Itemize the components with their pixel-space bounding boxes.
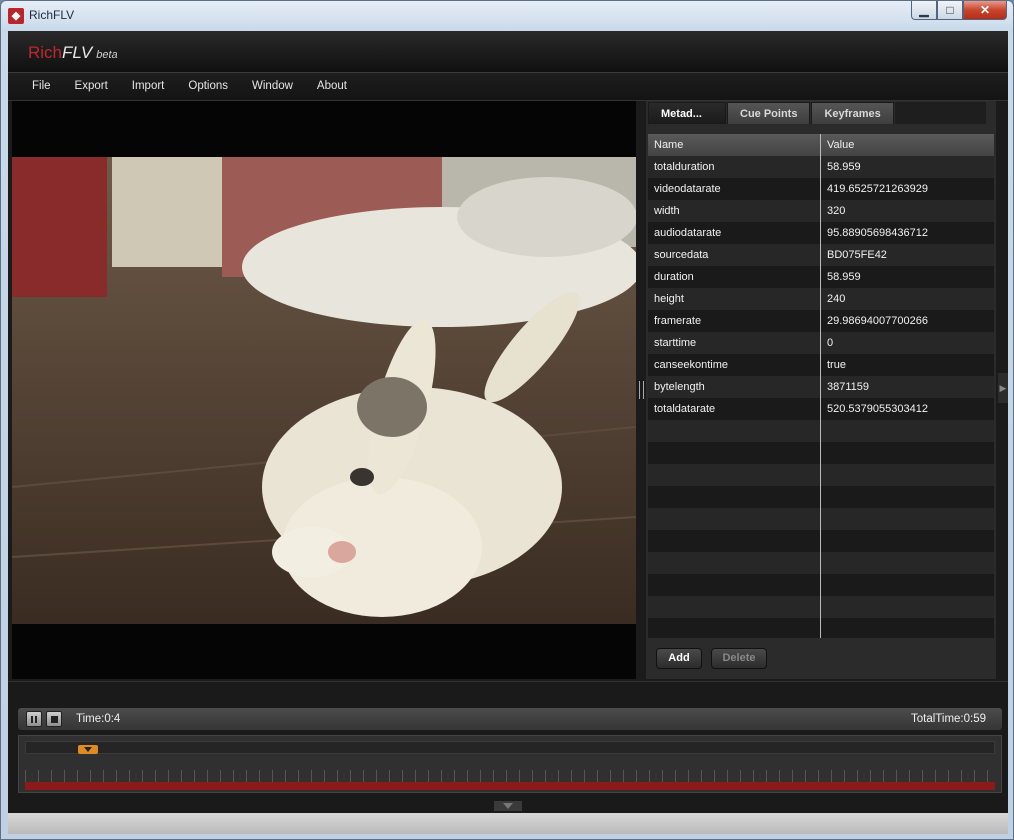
status-bar [8,813,1008,834]
table-row[interactable]: starttime 0 [648,332,994,354]
cell-name: framerate [648,310,821,332]
metadata-grid[interactable]: Name Value totalduration 58.959 videodata… [648,134,994,638]
column-header-value[interactable]: Value [821,134,994,156]
cell-name: duration [648,266,821,288]
empty-row [648,442,994,464]
video-viewport[interactable] [12,101,636,679]
empty-row [648,464,994,486]
collapse-panel-icon[interactable]: ▶ [998,373,1008,403]
cell-name: height [648,288,821,310]
cell-name: bytelength [648,376,821,398]
empty-row [648,420,994,442]
app-header: RichFLV beta [8,31,1008,73]
expand-toggle-icon[interactable] [494,801,522,811]
app-window: ◆ RichFLV ▁ □ ✕ RichFLV beta File Export … [0,0,1014,840]
window-title: RichFLV [29,8,75,22]
menu-file[interactable]: File [20,73,63,100]
menu-bar: File Export Import Options Window About [8,73,1008,101]
cell-value: 95.88905698436712 [827,227,928,239]
logo: RichFLV beta [28,43,118,63]
title-bar[interactable]: ◆ RichFLV ▁ □ ✕ [1,1,1013,31]
control-bar: Time:0:4 TotalTime:0:59 [18,708,1002,730]
close-button[interactable]: ✕ [963,1,1007,20]
total-time: TotalTime:0:59 [911,713,986,725]
cell-value: 419.6525721263929 [827,183,928,195]
add-button[interactable]: Add [656,648,702,669]
cell-value: 320 [827,205,846,217]
grid-rows: totalduration 58.959 videodatarate 419.652… [648,156,994,638]
logo-flv: FLV [62,43,93,62]
cell-value: 520.5379055303412 [827,403,928,415]
current-time: Time:0:4 [76,713,121,725]
table-row[interactable]: audiodatarate 95.88905698436712 [648,222,994,244]
timeline[interactable] [18,735,1002,793]
maximize-button[interactable]: □ [937,1,963,20]
menu-import[interactable]: Import [120,73,177,100]
cell-value: 3871159 [827,381,870,393]
table-row[interactable]: bytelength 3871159 [648,376,994,398]
table-row[interactable]: height 240 [648,288,994,310]
empty-row [648,618,994,638]
cell-value: 0 [827,337,834,349]
table-row[interactable]: width 320 [648,200,994,222]
menu-options[interactable]: Options [176,73,240,100]
caption-buttons: ▁ □ ✕ [911,1,1007,21]
empty-row [648,508,994,530]
logo-beta: beta [96,49,118,61]
player-controls: Time:0:4 TotalTime:0:59 [8,681,1008,834]
video-image [12,157,636,624]
table-row[interactable]: videodatarate 419.6525721263929 [648,178,994,200]
cell-value: BD075FE42 [827,249,887,261]
cell-value: 240 [827,293,846,305]
stop-button[interactable] [46,711,62,727]
app-client-area: RichFLV beta File Export Import Options W… [8,31,1008,834]
cell-value: 29.98694007700266 [827,315,928,327]
table-row[interactable]: canseekontime true [648,354,994,376]
tab-keyframes[interactable]: Keyframes [811,102,894,124]
panel-tabs: Metad... Cue Points Keyframes [648,102,986,124]
video-frame[interactable] [12,157,636,624]
empty-row [648,574,994,596]
cell-name: totalduration [648,156,821,178]
cell-name: audiodatarate [648,222,821,244]
menu-about[interactable]: About [305,73,359,100]
empty-row [648,552,994,574]
empty-row [648,596,994,618]
metadata-panel: Metad... Cue Points Keyframes Name Value… [646,101,996,679]
table-row[interactable]: totalduration 58.959 [648,156,994,178]
empty-row [648,486,994,508]
table-row[interactable]: duration 58.959 [648,266,994,288]
timeline-range-bar[interactable] [25,782,995,790]
panel-splitter[interactable] [639,381,644,399]
playhead-marker[interactable] [78,745,98,754]
cell-value: true [827,359,846,371]
pause-button[interactable] [26,711,42,727]
empty-row [648,530,994,552]
table-row[interactable]: framerate 29.98694007700266 [648,310,994,332]
logo-rich: Rich [28,43,63,62]
grid-header: Name Value [648,134,994,156]
menu-export[interactable]: Export [63,73,120,100]
grid-actions: Add Delete [656,648,767,669]
minimize-button[interactable]: ▁ [911,1,937,20]
tab-strip-filler [894,102,986,124]
column-header-name[interactable]: Name [648,134,821,156]
cell-name: totaldatarate [648,398,821,420]
delete-button[interactable]: Delete [711,648,767,669]
cell-name: videodatarate [648,178,821,200]
cell-name: width [648,200,821,222]
table-row[interactable]: sourcedata BD075FE42 [648,244,994,266]
cell-value: 58.959 [827,271,861,283]
cell-name: canseekontime [648,354,821,376]
app-icon: ◆ [8,8,24,24]
menu-window[interactable]: Window [240,73,305,100]
cell-name: starttime [648,332,821,354]
tab-cue-points[interactable]: Cue Points [727,102,811,124]
cell-name: sourcedata [648,244,821,266]
tab-metadata[interactable]: Metad... [648,102,726,124]
table-row[interactable]: totaldatarate 520.5379055303412 [648,398,994,420]
cell-value: 58.959 [827,161,861,173]
timeline-track[interactable] [25,741,995,754]
